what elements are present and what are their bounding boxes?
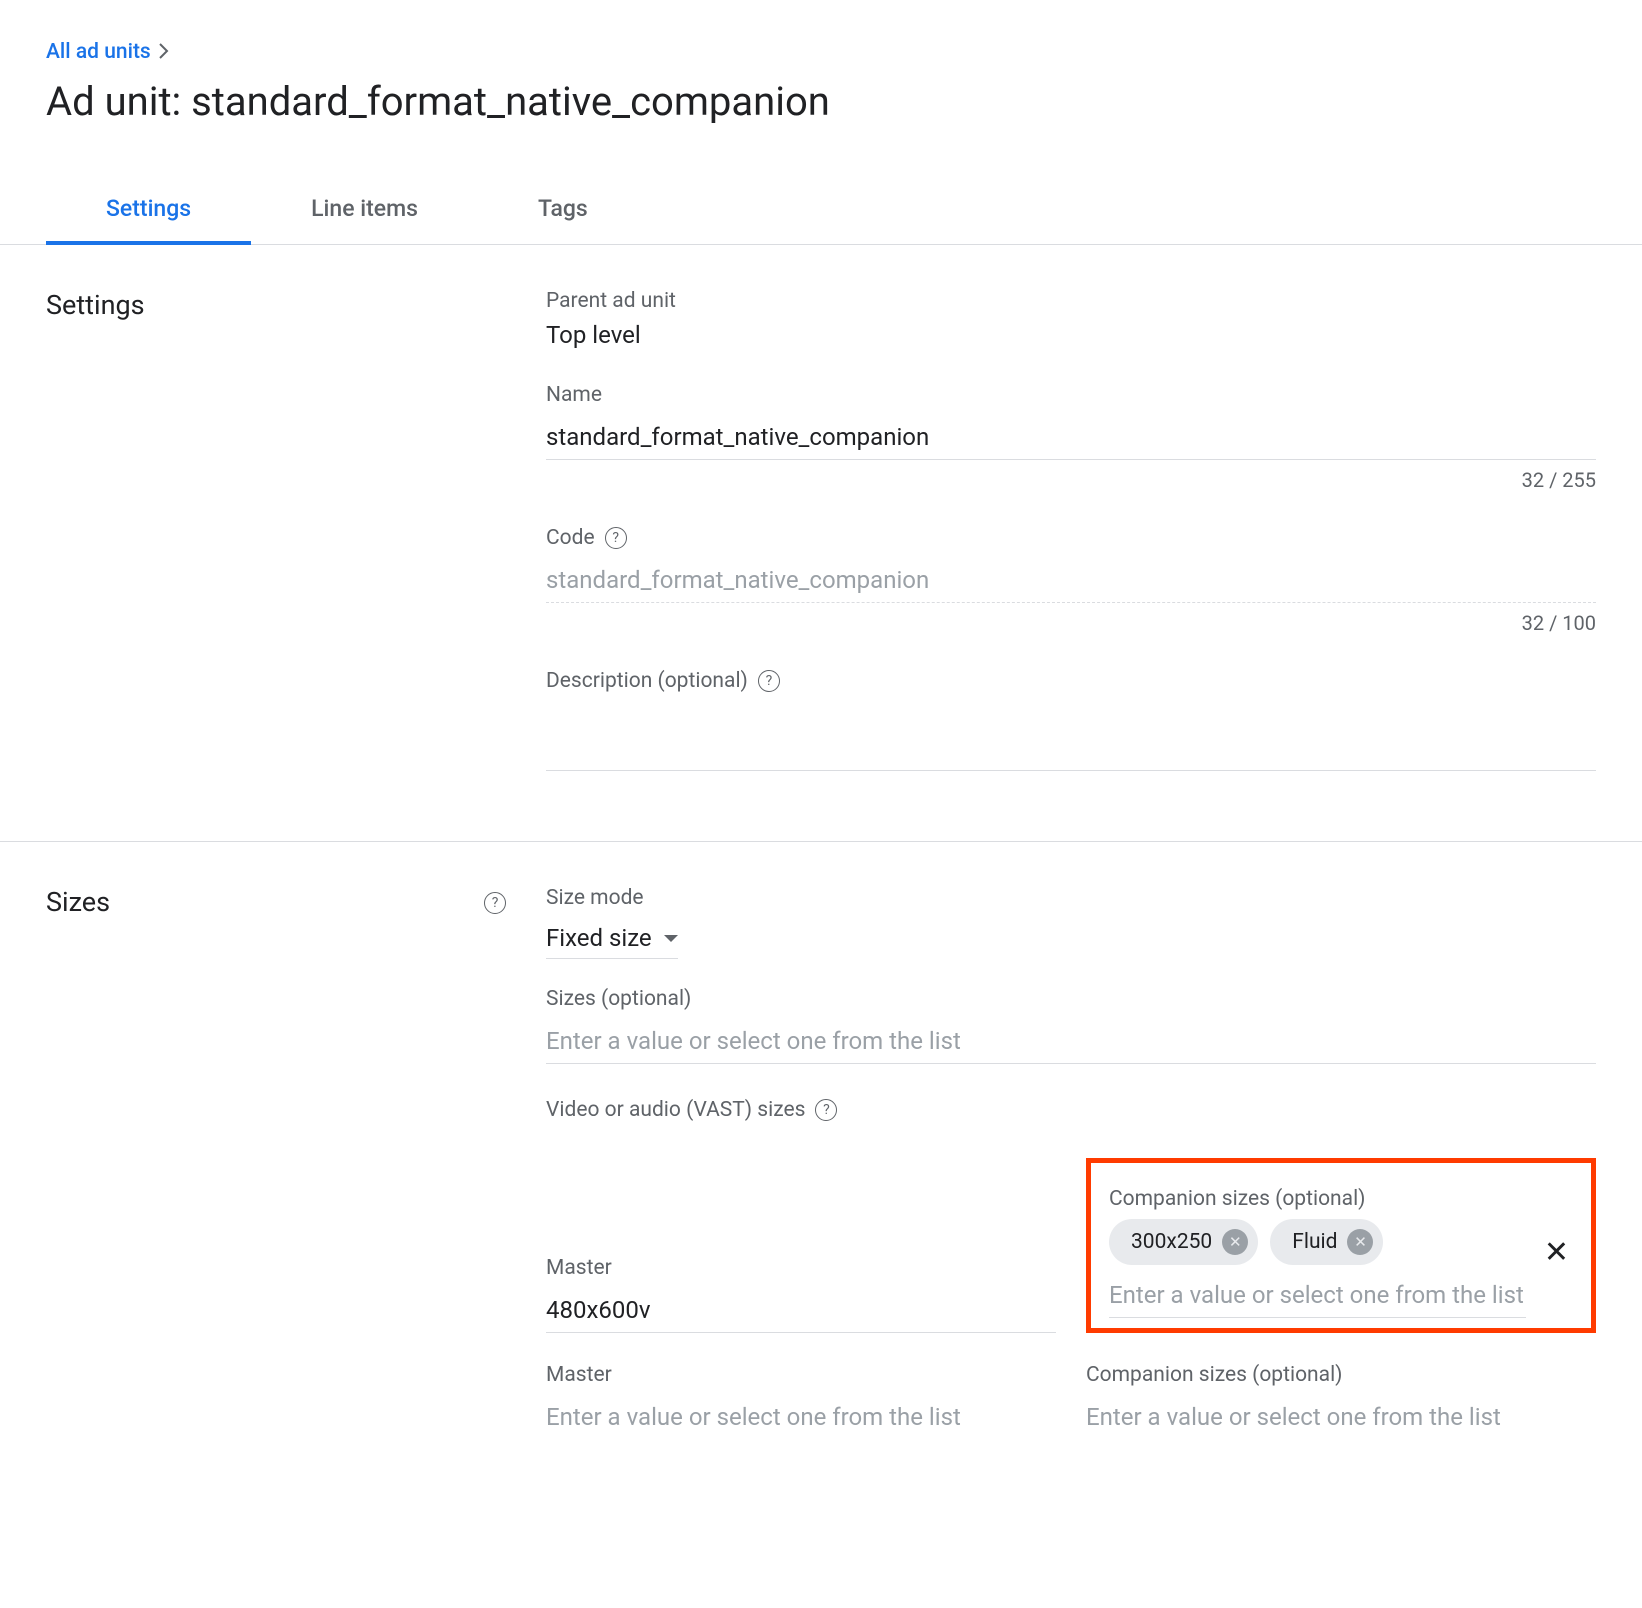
help-icon[interactable]: ? [815, 1099, 837, 1121]
breadcrumb: All ad units [46, 40, 1596, 64]
tab-settings[interactable]: Settings [46, 173, 251, 244]
master-input[interactable] [546, 1395, 1056, 1439]
companion-chip-fluid: Fluid ✕ [1270, 1219, 1383, 1265]
tabs: Settings Line items Tags [0, 173, 1642, 245]
chevron-down-icon [664, 935, 678, 942]
master-input[interactable] [546, 1288, 1056, 1333]
breadcrumb-link-all-ad-units[interactable]: All ad units [46, 40, 151, 64]
companion-sizes-input[interactable] [1086, 1395, 1596, 1439]
parent-ad-unit-value: Top level [546, 321, 1596, 349]
remove-row-icon[interactable]: ✕ [1540, 1235, 1573, 1270]
section-title-sizes: Sizes [46, 886, 110, 918]
companion-chip-300x250: 300x250 ✕ [1109, 1219, 1258, 1265]
description-label: Description (optional) [546, 669, 748, 693]
help-icon[interactable]: ? [605, 527, 627, 549]
master-label: Master [546, 1256, 1056, 1280]
name-label: Name [546, 383, 1596, 407]
close-icon[interactable]: ✕ [1347, 1229, 1373, 1255]
vast-sizes-label: Video or audio (VAST) sizes [546, 1098, 805, 1122]
sizes-label: Sizes (optional) [546, 987, 1596, 1011]
name-char-count: 32 / 255 [546, 468, 1596, 492]
section-settings: Settings Parent ad unit Top level Name 3… [0, 245, 1642, 842]
chevron-right-icon [159, 40, 169, 64]
name-input[interactable] [546, 415, 1596, 460]
page-title: Ad unit: standard_format_native_companio… [46, 78, 1596, 125]
parent-ad-unit-label: Parent ad unit [546, 289, 1596, 313]
chip-label: 300x250 [1131, 1230, 1212, 1254]
companion-sizes-input[interactable] [1109, 1273, 1526, 1318]
help-icon[interactable]: ? [484, 892, 506, 914]
help-icon[interactable]: ? [758, 670, 780, 692]
companion-sizes-label: Companion sizes (optional) [1109, 1187, 1526, 1211]
code-input [546, 558, 1596, 603]
companion-sizes-label: Companion sizes (optional) [1086, 1363, 1596, 1387]
sizes-input[interactable] [546, 1019, 1596, 1064]
tab-line-items[interactable]: Line items [251, 173, 478, 244]
close-icon[interactable]: ✕ [1222, 1229, 1248, 1255]
chip-label: Fluid [1292, 1230, 1337, 1254]
tab-tags[interactable]: Tags [478, 173, 648, 244]
code-label: Code [546, 526, 595, 550]
master-label: Master [546, 1363, 1056, 1387]
code-char-count: 32 / 100 [546, 611, 1596, 635]
companion-highlight-box: Companion sizes (optional) 300x250 ✕ Flu… [1086, 1158, 1596, 1333]
section-title-settings: Settings [46, 289, 145, 321]
description-input[interactable] [546, 701, 1596, 771]
section-sizes: Sizes ? Size mode Fixed size Sizes (opti… [0, 842, 1642, 1539]
size-mode-dropdown[interactable]: Fixed size [546, 918, 678, 959]
size-mode-label: Size mode [546, 886, 1596, 910]
size-mode-value: Fixed size [546, 924, 652, 952]
